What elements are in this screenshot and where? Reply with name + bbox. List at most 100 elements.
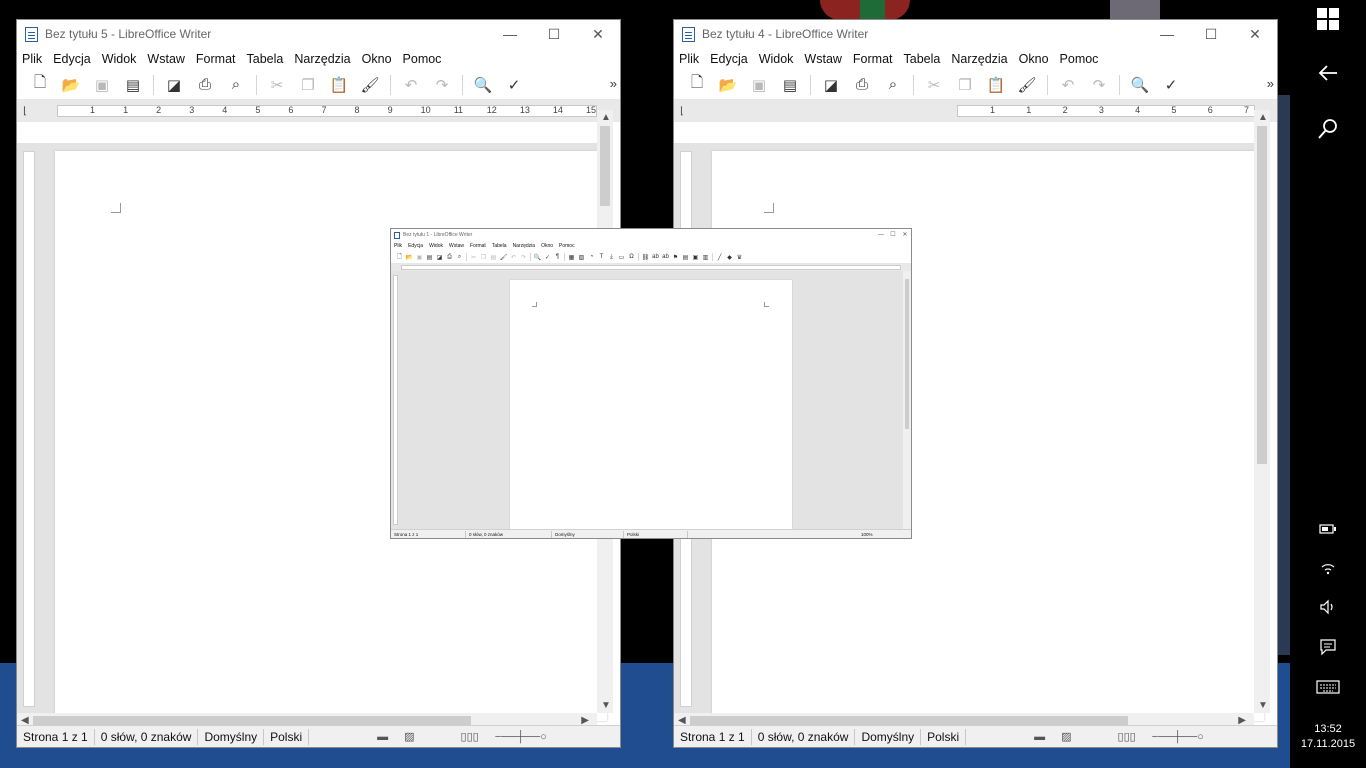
print-icon[interactable]: ⎙ [446, 253, 453, 261]
vertical-ruler[interactable] [393, 275, 398, 525]
status-language[interactable]: Polski [264, 728, 310, 745]
status-word-count[interactable]: 0 słów, 0 znaków [466, 530, 552, 538]
vertical-scroll-thumb[interactable] [1257, 126, 1267, 464]
cut-icon[interactable]: ✂ [923, 74, 945, 96]
status-page-style[interactable]: Domyślny [552, 530, 624, 538]
save-icon[interactable]: ▣ [416, 253, 423, 261]
single-page-view-icon[interactable]: ▯▯▯ [453, 730, 487, 743]
clone-formatting-icon[interactable]: 🖌 [500, 253, 508, 261]
status-page-style[interactable]: Domyślny [198, 728, 265, 745]
find-replace-icon[interactable]: 🔍 [472, 74, 494, 96]
notifications-icon[interactable] [1290, 638, 1366, 662]
menu-window[interactable]: Okno [362, 52, 392, 66]
open-folder-icon[interactable]: 📂 [717, 74, 739, 96]
menu-window[interactable]: Okno [1019, 52, 1049, 66]
wifi-icon[interactable] [1290, 558, 1366, 582]
scroll-down-arrow-icon[interactable]: ▼ [1258, 700, 1268, 711]
open-folder-icon[interactable]: 📂 [406, 253, 413, 261]
open-folder-icon[interactable]: 📂 [60, 74, 82, 96]
insert-cross-reference-icon[interactable]: ▤ [682, 253, 689, 261]
status-word-count[interactable]: 0 słów, 0 znaków [95, 728, 199, 745]
insert-field-icon[interactable]: ▭ [618, 253, 625, 261]
paste-icon[interactable]: ▤ [490, 253, 497, 261]
insert-mode-icon[interactable]: ▬ [1026, 731, 1053, 743]
menu-view[interactable]: Widok [759, 52, 794, 66]
find-replace-icon[interactable]: 🔍 [1129, 74, 1151, 96]
minimize-button[interactable]: — [488, 20, 532, 48]
insert-image-icon[interactable]: ▨ [578, 253, 585, 261]
undo-icon[interactable]: ↶ [1057, 74, 1079, 96]
print-icon[interactable]: ⎙ [194, 74, 216, 96]
vertical-scrollbar[interactable] [903, 271, 911, 529]
single-page-view-icon[interactable]: ▯▯▯ [1110, 730, 1144, 743]
clone-formatting-icon[interactable]: 🖌 [359, 74, 381, 96]
menu-help[interactable]: Pomoc [403, 52, 442, 66]
redo-icon[interactable]: ↷ [431, 74, 453, 96]
status-zoom[interactable]: 100% [858, 531, 876, 538]
insert-chart-icon[interactable]: ◔ [588, 253, 595, 261]
title-bar[interactable]: Bez tytułu 1 - LibreOffice Writer — ☐ ✕ [391, 229, 911, 241]
save-as-icon[interactable]: ▤ [779, 74, 801, 96]
insert-line-icon[interactable]: ╱ [716, 253, 723, 261]
track-changes-icon[interactable]: ▥ [702, 253, 709, 261]
minimize-button[interactable]: — [875, 229, 887, 241]
vertical-ruler[interactable] [23, 151, 35, 707]
menu-view[interactable]: Widok [429, 243, 443, 249]
volume-icon[interactable] [1290, 598, 1366, 622]
maximize-button[interactable]: ☐ [1189, 20, 1233, 48]
horizontal-ruler[interactable] [401, 265, 901, 270]
horizontal-ruler[interactable]: 1 1 2 3 4 5 6 7 [957, 105, 1255, 117]
paste-icon[interactable]: 📋 [985, 74, 1007, 96]
status-language[interactable]: Polski [624, 530, 688, 538]
scroll-down-arrow-icon[interactable]: ▼ [601, 700, 611, 711]
minimize-button[interactable]: — [1145, 20, 1189, 48]
vertical-scroll-thumb[interactable] [905, 279, 909, 429]
toolbar-overflow-icon[interactable]: » [610, 76, 617, 91]
menu-help[interactable]: Pomoc [559, 243, 575, 249]
menu-file[interactable]: Plik [22, 52, 42, 66]
status-language[interactable]: Polski [921, 728, 967, 745]
menu-insert[interactable]: Wstaw [449, 243, 464, 249]
redo-icon[interactable]: ↷ [1088, 74, 1110, 96]
search-icon[interactable] [1290, 118, 1366, 146]
menu-help[interactable]: Pomoc [1060, 52, 1099, 66]
copy-icon[interactable]: ❐ [297, 74, 319, 96]
status-page[interactable]: Strona 1 z 1 [391, 530, 466, 538]
copy-icon[interactable]: ❐ [480, 253, 487, 261]
insert-textbox-icon[interactable]: T [598, 253, 605, 261]
status-page[interactable]: Strona 1 z 1 [17, 728, 95, 745]
scroll-up-arrow-icon[interactable]: ▲ [601, 112, 611, 123]
menu-view[interactable]: Widok [102, 52, 137, 66]
menu-format[interactable]: Format [196, 52, 236, 66]
signature-icon[interactable]: ▨ [1053, 730, 1079, 743]
tab-stop-selector-icon[interactable]: ⌊ [680, 106, 684, 117]
insert-table-icon[interactable]: ▦ [568, 253, 575, 261]
signature-icon[interactable]: ▨ [396, 730, 422, 743]
insert-bookmark-icon[interactable]: ⚑ [672, 253, 679, 261]
export-pdf-icon[interactable]: ◪ [436, 253, 443, 261]
insert-hyperlink-icon[interactable]: ⛓ [642, 253, 650, 261]
vertical-scroll-thumb[interactable] [600, 126, 610, 206]
menu-file[interactable]: Plik [679, 52, 699, 66]
menu-edit[interactable]: Edycja [710, 52, 748, 66]
insert-comment-icon[interactable]: ▣ [692, 253, 699, 261]
export-pdf-icon[interactable]: ◪ [163, 74, 185, 96]
insert-special-character-icon[interactable]: Ω [628, 253, 635, 261]
menu-file[interactable]: Plik [394, 243, 402, 249]
menu-tools[interactable]: Narzędzia [294, 52, 350, 66]
save-as-icon[interactable]: ▤ [426, 253, 433, 261]
status-word-count[interactable]: 0 słów, 0 znaków [752, 728, 856, 745]
insert-mode-icon[interactable]: ▬ [369, 731, 396, 743]
insert-footnote-icon[interactable]: ab [652, 253, 659, 261]
menu-table[interactable]: Tabela [904, 52, 941, 66]
formatting-marks-icon[interactable]: ¶ [554, 253, 561, 261]
export-pdf-icon[interactable]: ◪ [820, 74, 842, 96]
windows-logo-icon[interactable] [1290, 8, 1366, 36]
close-button[interactable]: ✕ [576, 20, 620, 48]
title-bar[interactable]: Bez tytułu 4 - LibreOffice Writer — ☐ ✕ [674, 20, 1277, 48]
menu-insert[interactable]: Wstaw [147, 52, 185, 66]
spelling-icon[interactable]: ✓ [503, 74, 525, 96]
battery-icon[interactable] [1290, 518, 1366, 541]
undo-icon[interactable]: ↶ [510, 253, 517, 261]
menu-edit[interactable]: Edycja [408, 243, 423, 249]
